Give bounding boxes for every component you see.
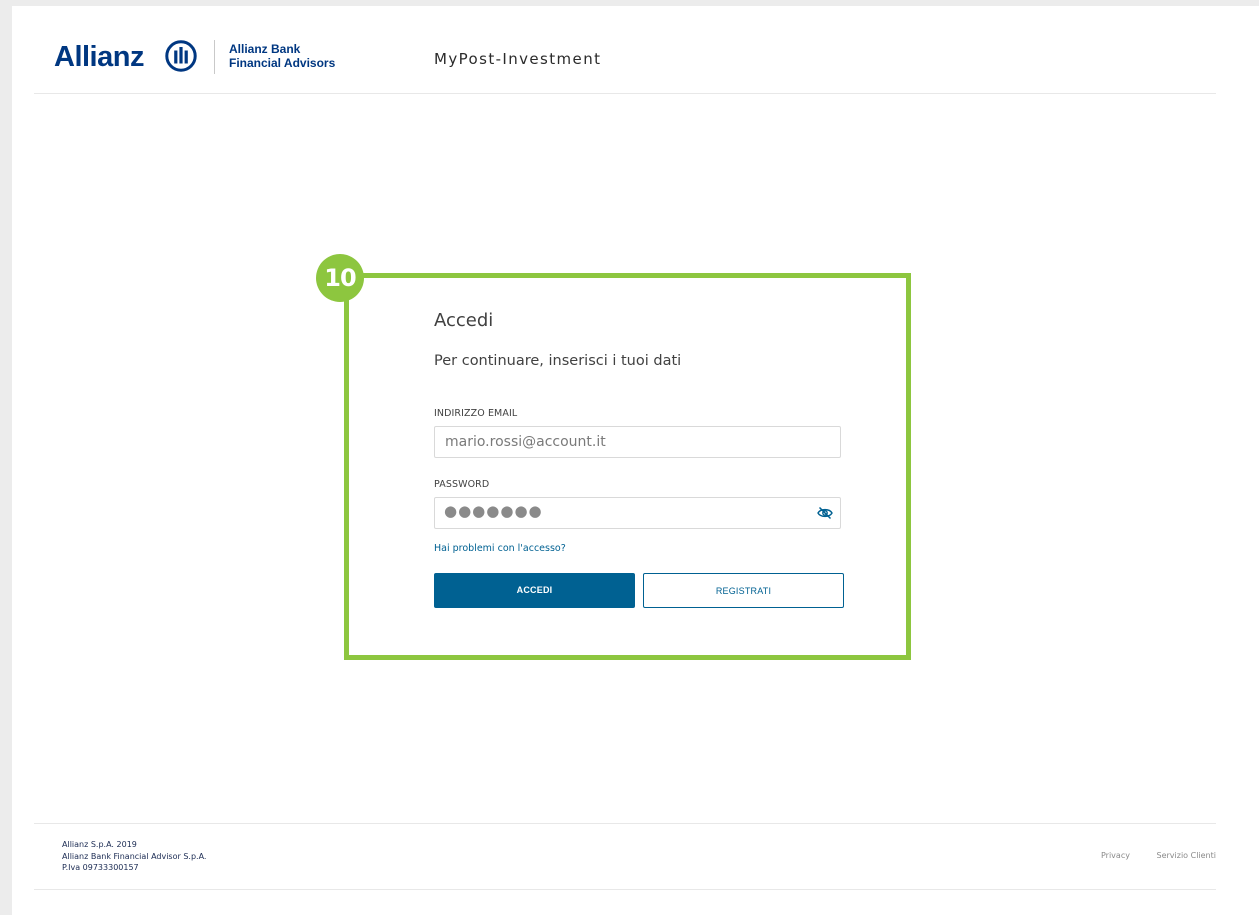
- allianz-eagle-logo-icon[interactable]: [165, 40, 197, 72]
- login-button[interactable]: ACCEDI: [434, 573, 635, 608]
- login-title: Accedi: [434, 310, 494, 331]
- bank-name-line2: Financial Advisors: [229, 56, 336, 70]
- footer-vat: P.Iva 09733300157: [62, 863, 139, 872]
- eye-slash-icon[interactable]: [817, 506, 833, 520]
- logo-divider: [214, 40, 215, 74]
- footer-legal-info: Allianz S.p.A. 2019 Allianz Bank Financi…: [62, 839, 206, 874]
- site-footer: Allianz S.p.A. 2019 Allianz Bank Financi…: [34, 823, 1216, 890]
- footer-links: Privacy Servizio Clienti: [1077, 851, 1216, 860]
- customer-service-link[interactable]: Servizio Clienti: [1157, 851, 1217, 860]
- login-subtitle: Per continuare, inserisci i tuoi dati: [434, 353, 682, 369]
- register-button[interactable]: REGISTRATI: [643, 573, 844, 608]
- footer-company: Allianz Bank Financial Advisor S.p.A.: [62, 851, 207, 861]
- footer-copyright: Allianz S.p.A. 2019: [62, 840, 137, 849]
- bank-name: Allianz Bank Financial Advisors: [229, 42, 335, 70]
- password-label: PASSWORD: [434, 479, 490, 490]
- email-field[interactable]: mario.rossi@account.it: [434, 426, 841, 458]
- password-field[interactable]: ●●●●●●●: [434, 497, 841, 529]
- allianz-logo-wordmark[interactable]: Allianz: [54, 42, 144, 72]
- site-header: Allianz Allianz Bank Financial Advisors …: [34, 6, 1216, 94]
- privacy-link[interactable]: Privacy: [1101, 851, 1130, 860]
- annotation-step-badge: 10: [316, 254, 364, 302]
- app-title: MyPost-Investment: [434, 50, 602, 68]
- email-value: mario.rossi@account.it: [445, 434, 606, 450]
- bank-name-line1: Allianz Bank: [229, 42, 301, 56]
- page: Allianz Allianz Bank Financial Advisors …: [12, 6, 1259, 915]
- access-problems-link[interactable]: Hai problemi con l'accesso?: [434, 543, 566, 554]
- email-label: INDIRIZZO EMAIL: [434, 408, 518, 419]
- password-value: ●●●●●●●: [444, 502, 543, 520]
